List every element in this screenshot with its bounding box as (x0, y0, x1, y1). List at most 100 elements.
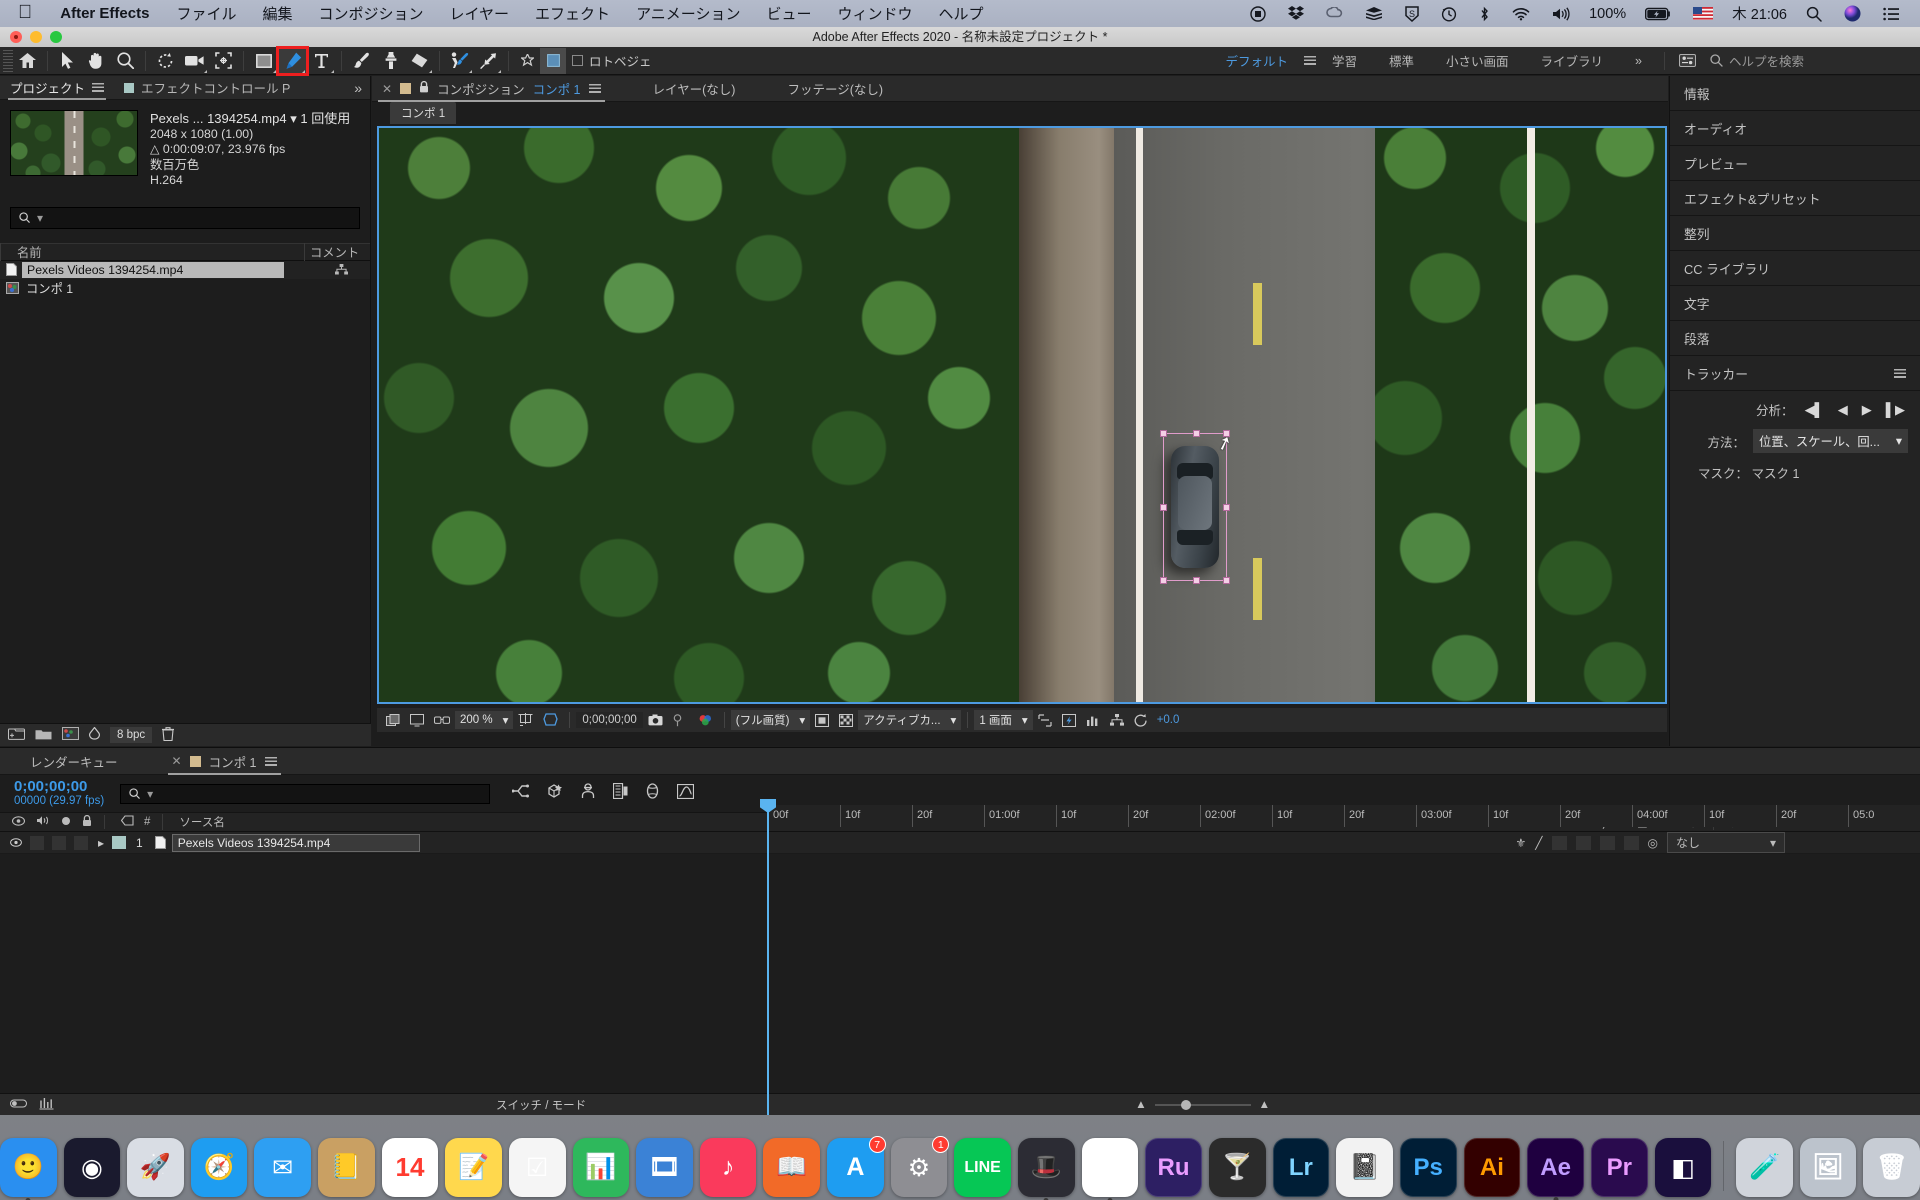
battery-charging-icon[interactable] (1634, 7, 1682, 21)
views-count-dropdown[interactable]: 1 画面 ▾ (974, 710, 1033, 730)
show-snapshot-icon[interactable] (668, 713, 693, 727)
exposure-value[interactable]: +0.0 (1153, 714, 1180, 726)
toolbar-drag-handle[interactable] (3, 49, 13, 72)
text-tool[interactable] (307, 48, 336, 74)
workspace-small-screen[interactable]: 小さい画面 (1430, 51, 1525, 70)
tab-comp-1[interactable]: ✕ コンポ 1 (160, 748, 289, 775)
layer-label-color[interactable] (112, 836, 127, 849)
notes-icon[interactable]: 📝 (445, 1138, 502, 1197)
main-viewer-icon[interactable] (405, 713, 429, 727)
hide-shy-layers-icon[interactable] (580, 783, 596, 804)
label-icon[interactable] (120, 815, 134, 829)
panel-tracker[interactable]: トラッカー (1670, 356, 1920, 391)
menu-item-window[interactable]: ウィンドウ (824, 3, 925, 24)
layer-eye-toggle[interactable] (10, 836, 22, 850)
layer-lock-toggle[interactable] (74, 835, 88, 850)
color-depth-icon[interactable] (89, 726, 100, 743)
search-dropdown-icon[interactable]: ▾ (147, 787, 153, 801)
help-search-input[interactable]: ヘルプを検索 (1704, 49, 1914, 72)
subtab-comp-1[interactable]: コンポ 1 (390, 102, 457, 124)
menu-item-view[interactable]: ビュー (753, 3, 824, 24)
zoom-in-icon[interactable]: ▲ (1259, 1099, 1270, 1111)
timecode-block[interactable]: 0;00;00;00 00000 (29.97 fps) (0, 779, 104, 808)
project-item-row[interactable]: コンポ 1 (0, 279, 370, 297)
roto-bezier-checkbox[interactable]: ロトベジェ (572, 51, 652, 70)
close-button[interactable] (10, 31, 22, 43)
mask-handle[interactable] (1160, 430, 1167, 437)
mask-handle[interactable] (1160, 504, 1167, 511)
column-source-name[interactable]: ソース名 (162, 814, 225, 830)
channel-rgb-icon[interactable] (693, 714, 718, 727)
siri-icon[interactable]: ◉ (63, 1138, 121, 1197)
screen-record-icon[interactable] (1239, 5, 1277, 22)
notability-icon[interactable]: 📓 (1336, 1138, 1393, 1197)
roto-brush-tool[interactable] (445, 48, 474, 74)
layer-adjustment-toggle[interactable] (1623, 835, 1639, 850)
dropbox-icon[interactable] (1277, 6, 1315, 21)
puppet-pin-tool[interactable] (474, 48, 503, 74)
composition-stage[interactable]: ➚ (379, 128, 1665, 702)
workspace-libraries[interactable]: ライブラリ (1525, 51, 1620, 70)
always-preview-icon[interactable] (381, 713, 405, 727)
illustrator-icon[interactable]: Ai (1463, 1138, 1521, 1197)
menu-item-edit[interactable]: 編集 (249, 3, 305, 24)
reminders-icon[interactable]: ☑ (508, 1138, 566, 1197)
mask-handle[interactable] (1223, 577, 1230, 584)
close-icon[interactable]: ✕ (172, 754, 182, 768)
panel-effects-presets[interactable]: エフェクト&プリセット (1670, 181, 1920, 216)
motion-blur-icon[interactable] (645, 783, 660, 804)
comp-flowchart-icon[interactable] (1105, 714, 1129, 726)
workspace-menu-icon[interactable] (1303, 56, 1316, 65)
appstore-icon[interactable]: A7 (827, 1136, 886, 1197)
reset-exposure-icon[interactable] (1129, 713, 1153, 727)
tab-composition[interactable]: ✕ コンポジション コンポ 1 (372, 76, 611, 102)
timeline-ruler[interactable]: 00f 10f 20f 01:00f 10f 20f 02:00f 10f 20f 03:00f 1… (768, 805, 1920, 827)
menu-item-help[interactable]: ヘルプ (926, 3, 997, 24)
timeline-zoom-slider[interactable]: ▲ ▲ (1135, 1099, 1270, 1111)
composition-viewer[interactable]: ➚ (377, 126, 1667, 704)
panel-character[interactable]: 文字 (1670, 286, 1920, 321)
snapping-toggle-icon[interactable] (540, 47, 566, 74)
audio-icon[interactable] (36, 815, 50, 829)
maximize-button[interactable] (50, 31, 62, 43)
mask-handle[interactable] (1193, 577, 1200, 584)
pictures-folder-icon[interactable]: 🖼 (1799, 1138, 1857, 1197)
workspace-settings-icon[interactable] (1671, 54, 1704, 67)
trash-icon[interactable]: 🗑 (1863, 1138, 1920, 1197)
region-of-interest-icon[interactable] (513, 713, 538, 727)
mask-handle[interactable] (1223, 504, 1230, 511)
delete-icon[interactable] (162, 726, 175, 744)
view-layout-dropdown[interactable]: アクティブカ... ▾ (858, 710, 962, 730)
chevron-down-icon[interactable]: ▾ (290, 111, 297, 126)
panel-menu-icon[interactable] (264, 756, 277, 766)
fast-preview-icon[interactable] (1057, 713, 1081, 727)
lock-icon[interactable] (419, 80, 429, 96)
menu-item-file[interactable]: ファイル (163, 3, 249, 24)
menu-item-effect[interactable]: エフェクト (522, 3, 623, 24)
lightroom-icon[interactable]: Lr (1272, 1138, 1330, 1197)
zoom-out-icon[interactable]: ▲ (1135, 1099, 1146, 1111)
menu-item-composition[interactable]: コンポジション (305, 3, 436, 24)
grid-guides-icon[interactable] (538, 713, 563, 727)
home-icon[interactable] (13, 48, 42, 74)
shield-s-icon[interactable]: S (1394, 5, 1430, 22)
layer-expand-icon[interactable]: ▸ (88, 836, 104, 850)
current-time-display[interactable]: 0;00;00;00 (576, 712, 643, 728)
aftereffects-icon[interactable]: Ae (1527, 1138, 1584, 1200)
eraser-tool[interactable] (405, 48, 434, 74)
safari-icon[interactable]: 🧭 (190, 1138, 248, 1197)
minimize-button[interactable] (30, 31, 42, 43)
layer-shy-toggle[interactable]: ⚜ (1516, 836, 1527, 850)
magnification-dropdown[interactable]: 200 % ▾ (455, 711, 514, 729)
chrome-icon[interactable]: ◉ (1081, 1138, 1139, 1200)
pixel-aspect-correction-icon[interactable] (1033, 713, 1057, 727)
project-item-row[interactable]: Pexels Videos 1394254.mp4 (0, 260, 370, 279)
panel-cc-libraries[interactable]: CC ライブラリ (1670, 251, 1920, 286)
timeline-search-input[interactable]: ▾ (120, 783, 491, 804)
zoom-tool[interactable] (111, 48, 140, 74)
toggle-alpha-icon[interactable] (810, 713, 834, 727)
anchor-point-tool[interactable] (209, 48, 238, 74)
panel-menu-icon[interactable] (1894, 368, 1906, 378)
workspace-overflow-icon[interactable]: » (1619, 54, 1658, 68)
solo-icon[interactable] (61, 816, 71, 829)
